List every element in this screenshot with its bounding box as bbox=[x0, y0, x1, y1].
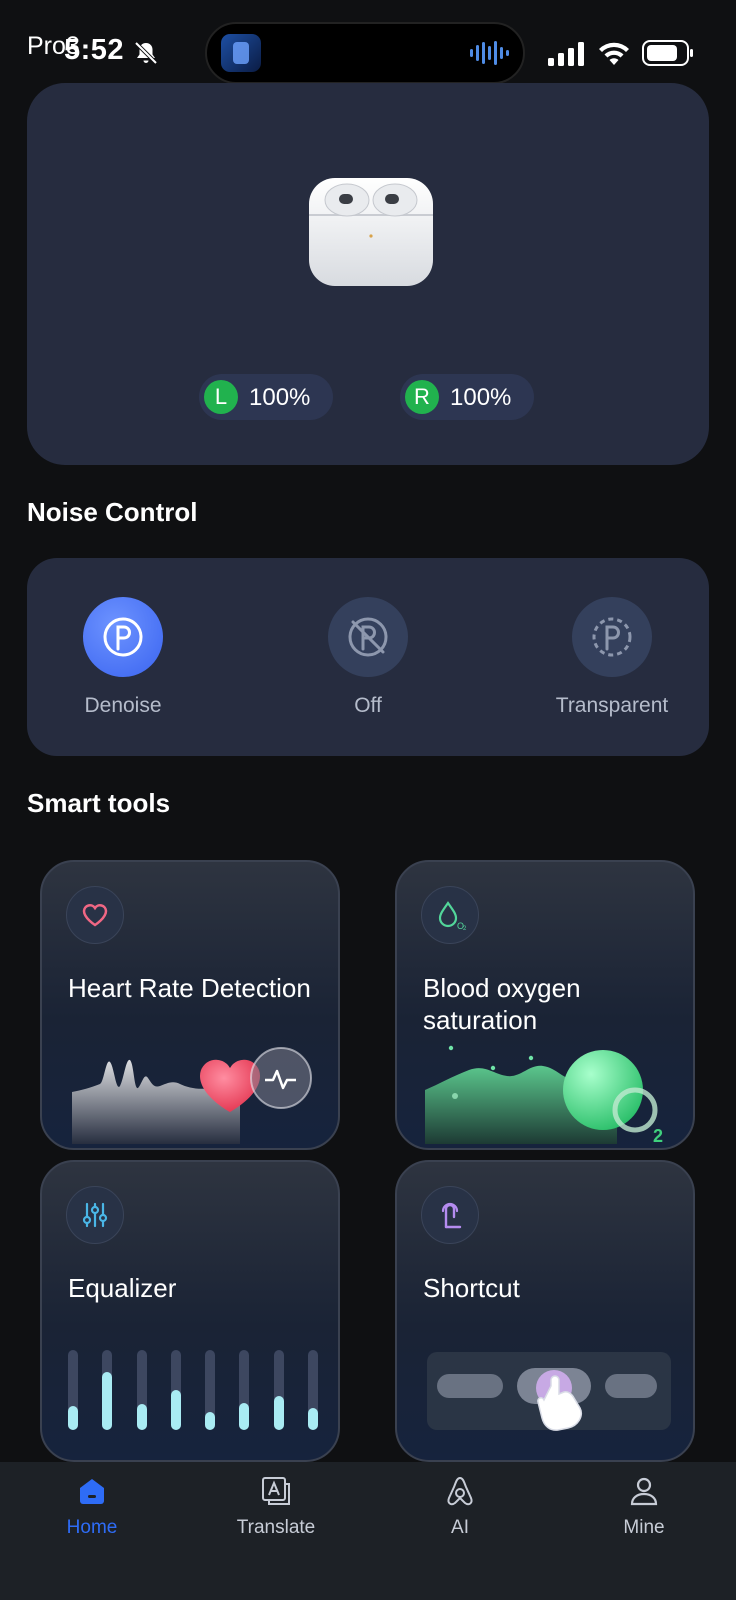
touch-icon-button bbox=[421, 1186, 479, 1244]
earbuds-case-image bbox=[309, 178, 433, 286]
wifi-icon bbox=[599, 42, 629, 65]
translate-icon bbox=[262, 1477, 290, 1505]
transparent-icon bbox=[592, 617, 632, 657]
transparent-label: Transparent bbox=[555, 694, 669, 717]
noise-off-label: Off bbox=[354, 694, 382, 717]
equalizer-bar-level bbox=[68, 1406, 78, 1430]
heart-rate-graphic bbox=[72, 1047, 312, 1144]
equalizer-bar bbox=[136, 1350, 147, 1430]
heart-icon bbox=[82, 904, 108, 927]
left-battery-value: 100% bbox=[249, 384, 311, 411]
left-earbud-battery: L 100% bbox=[199, 374, 333, 420]
equalizer-bars bbox=[68, 1350, 318, 1430]
noise-off-button[interactable] bbox=[328, 597, 408, 677]
heart-rate-card[interactable]: Heart Rate Detection bbox=[40, 860, 340, 1150]
equalizer-bar bbox=[68, 1350, 78, 1430]
blood-oxygen-graphic: 2 bbox=[425, 1045, 663, 1144]
nav-ai[interactable]: AI bbox=[400, 1474, 520, 1539]
denoise-icon bbox=[103, 617, 143, 657]
touch-icon bbox=[441, 1202, 462, 1229]
equalizer-bar-level bbox=[136, 1404, 147, 1430]
nav-mine-label: Mine bbox=[623, 1517, 665, 1538]
equalizer-bar bbox=[239, 1350, 250, 1430]
equalizer-bar-level bbox=[308, 1408, 318, 1430]
equalizer-bar bbox=[308, 1350, 318, 1430]
smart-tools-title: Smart tools bbox=[27, 788, 171, 818]
svg-text:2: 2 bbox=[463, 926, 467, 932]
nav-ai-label: AI bbox=[451, 1517, 469, 1538]
denoise-button[interactable] bbox=[83, 597, 163, 677]
user-icon bbox=[630, 1477, 658, 1506]
equalizer-bar-level bbox=[102, 1372, 113, 1430]
right-earbud-badge: R bbox=[405, 380, 439, 414]
equalizer-bar-level bbox=[170, 1390, 181, 1430]
o2-drop-icon: O 2 bbox=[438, 901, 467, 932]
island-app-thumbnail bbox=[221, 34, 261, 72]
blood-oxygen-card[interactable]: O 2 Blood oxygen saturation 2 bbox=[395, 860, 695, 1150]
home-icon bbox=[80, 1479, 104, 1504]
transparent-button[interactable] bbox=[572, 597, 652, 677]
equalizer-bar-level bbox=[205, 1412, 216, 1430]
nav-translate[interactable]: Translate bbox=[216, 1474, 336, 1539]
left-earbud-badge: L bbox=[204, 380, 238, 414]
right-battery-value: 100% bbox=[450, 384, 512, 411]
equalizer-bar-level bbox=[273, 1396, 284, 1430]
nav-home[interactable]: Home bbox=[32, 1474, 152, 1539]
nav-mine[interactable]: Mine bbox=[584, 1474, 704, 1539]
denoise-label: Denoise bbox=[84, 694, 162, 717]
audio-wave-icon bbox=[470, 41, 509, 65]
nav-home-label: Home bbox=[66, 1517, 118, 1538]
equalizer-title: Equalizer bbox=[68, 1273, 177, 1303]
nav-translate-label: Translate bbox=[236, 1517, 316, 1538]
bell-muted-icon bbox=[134, 41, 158, 65]
heart-rate-title: Heart Rate Detection bbox=[68, 973, 311, 1003]
sliders-icon bbox=[82, 1202, 108, 1228]
o2-icon-button: O 2 bbox=[421, 886, 479, 944]
noise-control-title: Noise Control bbox=[27, 497, 198, 527]
equalizer-bar bbox=[205, 1350, 216, 1430]
sliders-icon-button bbox=[66, 1186, 124, 1244]
o2-subscript-label: 2 bbox=[653, 1126, 663, 1144]
right-earbud-battery: R 100% bbox=[400, 374, 534, 420]
equalizer-bar bbox=[273, 1350, 284, 1430]
shortcut-title: Shortcut bbox=[423, 1273, 520, 1303]
ai-icon bbox=[447, 1476, 473, 1506]
shortcut-card[interactable]: Shortcut bbox=[395, 1160, 695, 1462]
equalizer-bar-level bbox=[239, 1403, 250, 1430]
heart-icon-button bbox=[66, 886, 124, 944]
battery-icon bbox=[642, 40, 693, 66]
noise-off-icon bbox=[348, 617, 388, 657]
cellular-signal-icon bbox=[548, 42, 584, 66]
blood-oxygen-title: Blood oxygen saturation bbox=[423, 973, 581, 1035]
equalizer-bar bbox=[102, 1350, 113, 1430]
equalizer-card[interactable]: Equalizer bbox=[40, 1160, 340, 1462]
shortcut-graphic bbox=[427, 1352, 671, 1431]
status-time: 5:52 bbox=[64, 34, 125, 66]
equalizer-bar bbox=[170, 1350, 181, 1430]
